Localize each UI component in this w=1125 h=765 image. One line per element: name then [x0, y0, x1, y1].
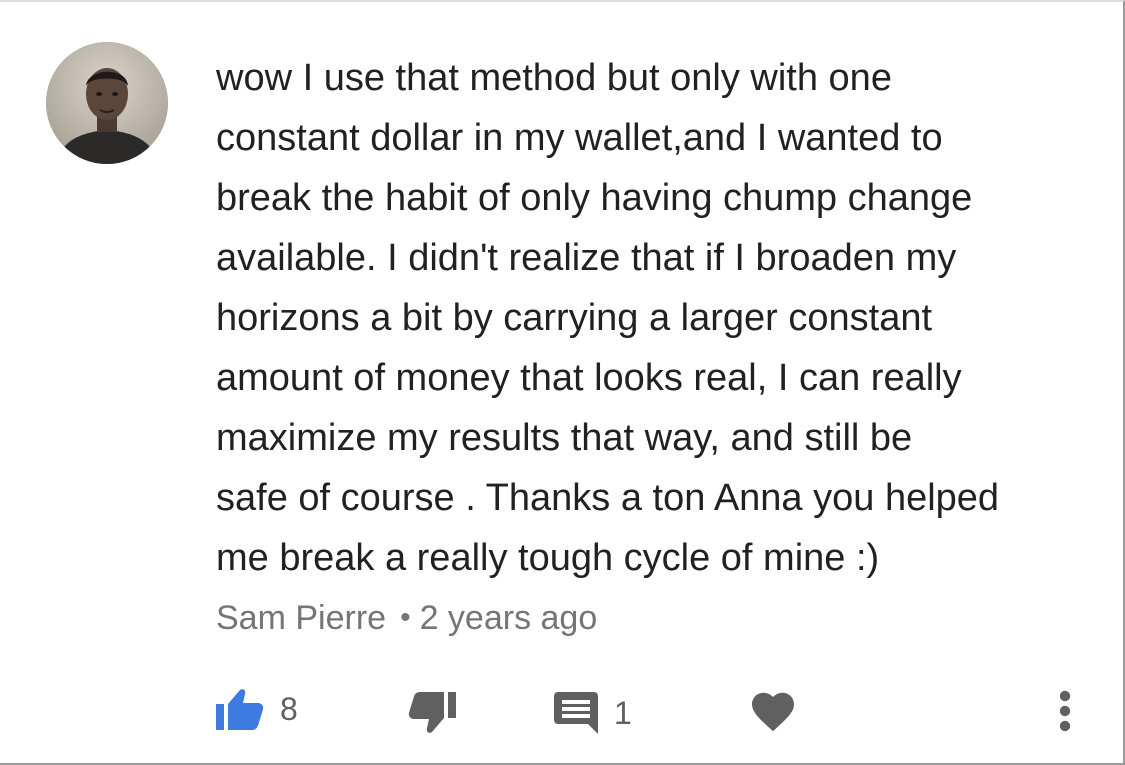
- more-vertical-icon: [1059, 690, 1071, 732]
- dislike-button[interactable]: [408, 692, 456, 734]
- separator-dot: •: [400, 601, 411, 634]
- reply-button[interactable]: 1: [554, 692, 632, 734]
- comment-icon: [554, 692, 598, 734]
- comment-text: wow I use that method but only with one …: [216, 57, 1000, 579]
- user-photo-icon: [46, 42, 168, 164]
- comment-card: wow I use that method but only with one …: [0, 0, 1125, 765]
- author-name[interactable]: Sam Pierre: [216, 599, 386, 637]
- reply-count: 1: [614, 695, 632, 731]
- thumbs-up-icon: [216, 689, 264, 730]
- timestamp: 2 years ago: [419, 599, 598, 637]
- heart-icon: [752, 692, 794, 732]
- heart-button[interactable]: [752, 692, 794, 732]
- avatar[interactable]: [46, 42, 168, 164]
- like-count: 8: [280, 691, 298, 727]
- more-options-button[interactable]: [1058, 690, 1072, 732]
- thumbs-down-icon: [408, 692, 456, 733]
- like-button[interactable]: 8: [216, 688, 298, 730]
- comment-meta: Sam Pierre • 2 years ago: [216, 598, 597, 638]
